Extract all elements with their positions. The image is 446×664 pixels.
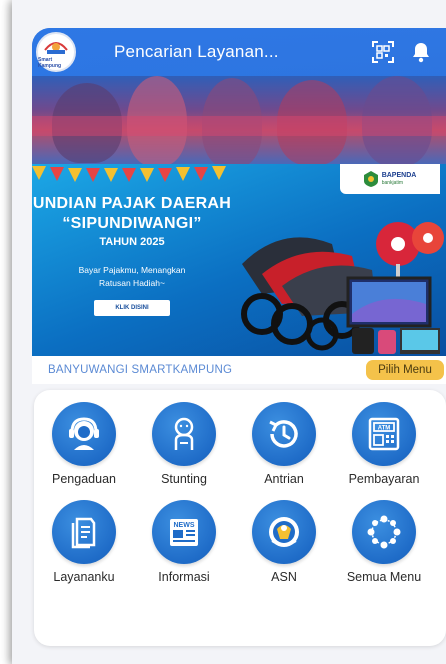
- bapenda-emblem-icon: [363, 171, 378, 187]
- menu-label: Informasi: [158, 570, 210, 584]
- menu-label: Layananku: [53, 570, 115, 584]
- banner-subtitle-line2: Ratusan Hadiah~: [99, 278, 165, 288]
- all-menu-icon: [352, 500, 416, 564]
- menu-label: Pembayaran: [348, 472, 420, 486]
- menu-item-asn[interactable]: ASN: [234, 500, 334, 584]
- menu-grid: Pengaduan Stunting Antrian ATM Pembayara…: [34, 390, 446, 646]
- menu-label: Stunting: [161, 472, 207, 486]
- bunting-decoration: [32, 166, 226, 182]
- atm-icon: ATM: [352, 402, 416, 466]
- menu-item-informasi[interactable]: NEWS Informasi: [134, 500, 234, 584]
- klik-disini-button[interactable]: KLIK DISINI: [94, 300, 170, 316]
- baby-icon: [152, 402, 216, 466]
- qr-scan-icon[interactable]: [370, 39, 396, 65]
- newspaper-icon: NEWS: [152, 500, 216, 564]
- banner-title-line2: “SIPUNDIWANGI”: [62, 215, 202, 232]
- banner-year: TAHUN 2025: [99, 236, 165, 248]
- banner-title: UNDIAN PAJAK DAERAH “SIPUNDIWANGI”: [32, 194, 232, 234]
- svg-text:ATM: ATM: [378, 426, 391, 432]
- bapenda-sponsor-logo: BAPENDA bankjatim: [340, 164, 440, 194]
- menu-label: Semua Menu: [346, 570, 422, 584]
- promo-banner[interactable]: UNDIAN PAJAK DAERAH “SIPUNDIWANGI” TAHUN…: [32, 164, 446, 356]
- menu-item-pengaduan[interactable]: Pengaduan: [34, 402, 134, 486]
- notification-bell-icon[interactable]: [408, 39, 434, 65]
- history-clock-icon: [252, 402, 316, 466]
- app-screen: Smart Kampung Pencarian Layanan... UNDIA…: [12, 0, 446, 664]
- section-title: BANYUWANGI SMARTKAMPUNG: [48, 364, 233, 376]
- menu-label: Antrian: [264, 472, 304, 486]
- search-input[interactable]: Pencarian Layanan...: [114, 42, 370, 62]
- logo-emblem-icon: [44, 41, 68, 54]
- app-header: Smart Kampung Pencarian Layanan...: [32, 28, 446, 76]
- menu-label: ASN: [271, 570, 297, 584]
- menu-item-stunting[interactable]: Stunting: [134, 402, 234, 486]
- banner-title-line1: UNDIAN PAJAK DAERAH: [32, 195, 232, 212]
- customer-service-icon: [52, 402, 116, 466]
- smart-kampung-logo[interactable]: Smart Kampung: [36, 32, 76, 72]
- bankjatim-name: bankjatim: [381, 180, 404, 186]
- menu-item-pembayaran[interactable]: ATM Pembayaran: [334, 402, 434, 486]
- document-icon: [52, 500, 116, 564]
- svg-text:NEWS: NEWS: [174, 522, 195, 529]
- banner-subtitle-line1: Bayar Pajakmu, Menangkan: [78, 265, 186, 275]
- menu-item-semua-menu[interactable]: Semua Menu: [334, 500, 434, 584]
- menu-label: Pengaduan: [52, 472, 116, 486]
- bapenda-name: BAPENDA: [381, 172, 417, 179]
- pilih-menu-button[interactable]: Pilih Menu: [366, 360, 444, 380]
- asn-emblem-icon: [252, 500, 316, 564]
- section-header: BANYUWANGI SMARTKAMPUNG Pilih Menu: [32, 356, 446, 384]
- prizes-illustration: [241, 222, 444, 354]
- logo-caption: Smart Kampung: [38, 56, 62, 69]
- menu-item-layananku[interactable]: Layananku: [34, 500, 134, 584]
- menu-item-antrian[interactable]: Antrian: [234, 402, 334, 486]
- banner-subtitle: Bayar Pajakmu, Menangkan Ratusan Hadiah~: [52, 264, 212, 290]
